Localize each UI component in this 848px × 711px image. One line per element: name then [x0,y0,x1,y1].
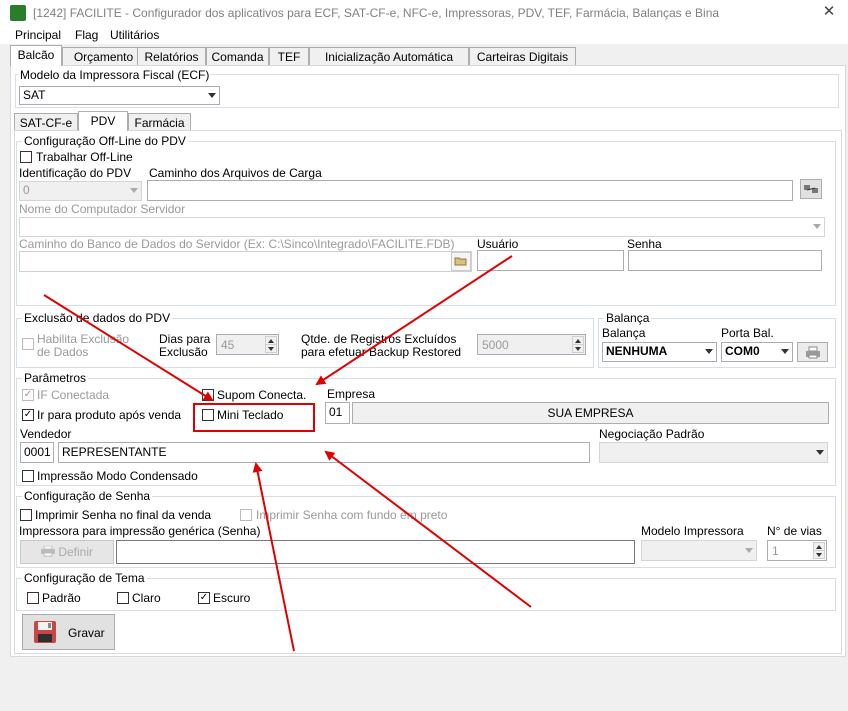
tab-balcao[interactable]: Balcão [10,45,62,66]
annotation-arrow-2 [315,255,513,386]
annotation-arrows [43,255,532,652]
annotation-arrow-4 [324,450,532,608]
annotation-arrow-1 [43,294,214,402]
annotation-arrow-3 [252,462,295,652]
tab-pdv[interactable]: PDV [78,111,128,131]
